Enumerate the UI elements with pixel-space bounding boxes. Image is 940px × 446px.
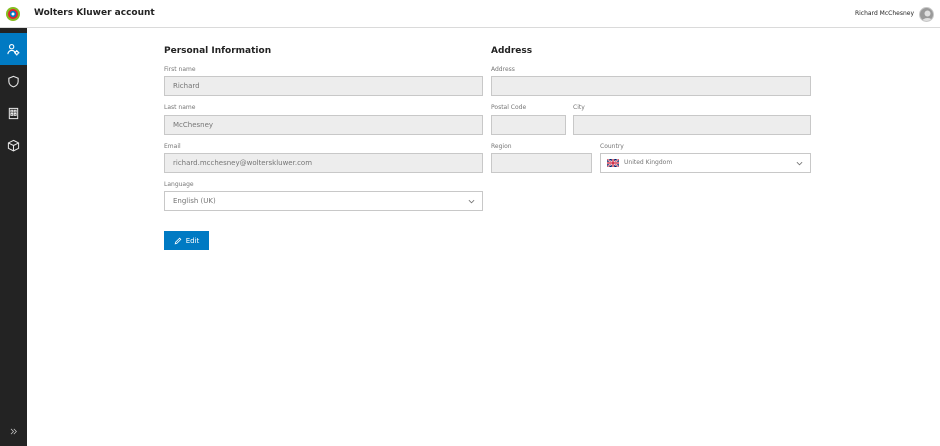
city-field[interactable]	[573, 115, 811, 135]
shield-icon	[8, 75, 19, 87]
edit-button[interactable]: Edit	[164, 231, 209, 250]
sidebar-item-security[interactable]	[0, 65, 27, 97]
sidebar-item-organization[interactable]	[0, 97, 27, 129]
sidebar-expand-button[interactable]	[0, 416, 27, 446]
last-name-label: Last name	[164, 104, 196, 111]
first-name-field[interactable]: Richard	[164, 76, 483, 96]
city-label: City	[573, 104, 585, 111]
country-label: Country	[600, 143, 624, 150]
chevron-down-icon	[468, 199, 475, 204]
language-label: Language	[164, 181, 194, 188]
email-label: Email	[164, 143, 181, 150]
user-avatar-icon	[922, 10, 933, 21]
uk-flag-icon	[607, 159, 619, 167]
email-field[interactable]: richard.mcchesney@wolterskluwer.com	[164, 153, 483, 173]
wolters-kluwer-logo-icon[interactable]	[6, 7, 20, 21]
package-icon	[7, 139, 20, 151]
first-name-label: First name	[164, 66, 196, 73]
user-name[interactable]: Richard McChesney	[855, 10, 914, 17]
address-field[interactable]	[491, 76, 811, 96]
region-label: Region	[491, 143, 512, 150]
sidebar	[0, 28, 27, 446]
language-select[interactable]: English (UK)	[164, 191, 483, 211]
sidebar-item-products[interactable]	[0, 129, 27, 161]
pencil-icon	[174, 237, 182, 244]
address-title: Address	[491, 46, 533, 56]
postal-code-field[interactable]	[491, 115, 566, 135]
country-select-value: United Kingdom	[624, 159, 673, 166]
edit-button-label: Edit	[185, 236, 200, 245]
building-icon	[8, 107, 19, 119]
personal-information-title: Personal Information	[164, 46, 272, 56]
user-settings-icon	[7, 43, 20, 55]
language-select-value: English (UK)	[173, 197, 216, 205]
double-chevron-right-icon	[10, 428, 17, 434]
last-name-field[interactable]: McChesney	[164, 115, 483, 135]
address-label: Address	[491, 66, 515, 73]
chevron-down-icon	[796, 161, 803, 166]
top-bar: Wolters Kluwer account Richard McChesney	[0, 0, 940, 28]
country-select[interactable]: United Kingdom	[600, 153, 811, 173]
app-title: Wolters Kluwer account	[34, 8, 155, 18]
region-field[interactable]	[491, 153, 592, 173]
avatar[interactable]	[919, 7, 934, 22]
sidebar-item-account[interactable]	[0, 33, 27, 65]
postal-code-label: Postal Code	[491, 104, 527, 111]
